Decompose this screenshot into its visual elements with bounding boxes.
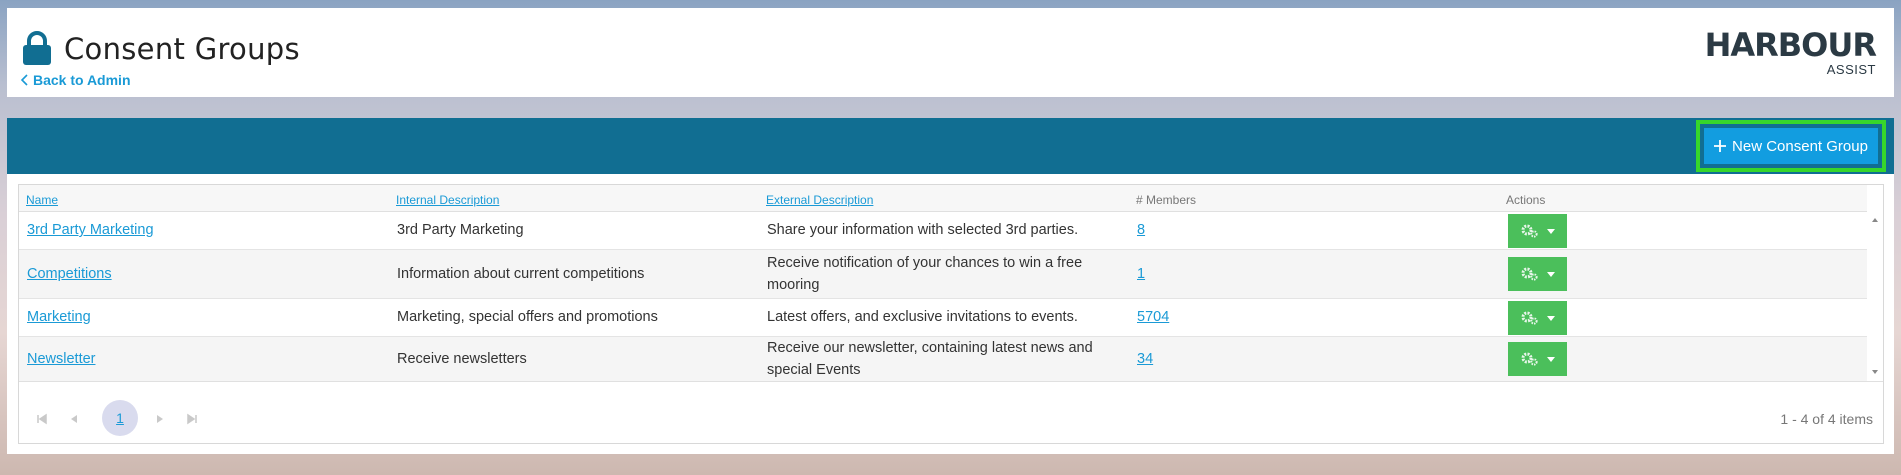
row-members-link[interactable]: 1 [1137,263,1145,285]
column-header-members: # Members [1136,193,1197,207]
column-header-internal-description[interactable]: Internal Description [396,193,499,207]
row-members-link[interactable]: 34 [1137,348,1153,370]
back-to-admin-link[interactable]: Back to Admin [20,72,131,88]
row-members-link[interactable]: 5704 [1137,306,1169,328]
row-external-description: Share your information with selected 3rd… [767,222,1079,238]
prev-page-icon[interactable] [67,412,81,426]
row-external-description: Receive notification of your chances to … [767,255,1083,271]
row-name-link[interactable]: Newsletter [27,348,96,370]
column-header-actions: Actions [1506,193,1546,207]
row-members-link[interactable]: 8 [1137,219,1145,241]
next-page-icon[interactable] [153,412,167,426]
first-page-icon[interactable] [35,412,49,426]
caret-down-icon [1546,315,1555,321]
consent-groups-grid: Name Internal Description External Descr… [18,184,1884,444]
row-internal-description: Marketing, special offers and promotions [397,309,658,325]
page-title: Consent Groups [64,32,300,66]
pager-info: 1 - 4 of 4 items [1780,411,1873,427]
table-row: Marketing Marketing, special offers and … [19,299,1867,337]
page-number-current[interactable]: 1 [102,400,138,436]
gears-icon [1521,267,1538,281]
caret-down-icon [1546,271,1555,277]
caret-down-icon [1546,228,1555,234]
caret-down-icon [1546,356,1555,362]
column-header-name[interactable]: Name [26,193,58,207]
table-row: Newsletter Receive newsletters Receive o… [19,337,1867,381]
row-external-description: Latest offers, and exclusive invitations… [767,309,1078,325]
new-button-highlight: New Consent Group [1696,120,1886,172]
grid-header: Name Internal Description External Descr… [19,185,1867,212]
last-page-icon[interactable] [185,412,199,426]
new-button-label: New Consent Group [1732,137,1868,155]
row-name-link[interactable]: 3rd Party Marketing [27,219,154,241]
gears-icon [1521,224,1538,238]
row-internal-description: Receive newsletters [397,351,527,367]
grid-panel: Name Internal Description External Descr… [7,174,1894,454]
row-external-description-line2: special Events [767,362,861,378]
row-actions-button[interactable] [1508,257,1567,291]
grid-pager: 1 1 - 4 of 4 items [19,381,1883,443]
row-internal-description: Information about current competitions [397,266,645,282]
plus-icon [1714,140,1727,152]
new-consent-group-button[interactable]: New Consent Group [1704,128,1878,164]
table-row: 3rd Party Marketing 3rd Party Marketing … [19,212,1867,250]
gears-icon [1521,352,1538,366]
row-actions-button[interactable] [1508,301,1567,335]
row-external-description: Receive our newsletter, containing lates… [767,340,1093,356]
row-name-link[interactable]: Competitions [27,263,112,285]
grid-scrollbar[interactable] [1867,212,1883,380]
row-internal-description: 3rd Party Marketing [397,222,524,238]
logo-sub-text: ASSIST [1826,62,1876,77]
chevron-left-icon [20,74,28,86]
table-row: Competitions Information about current c… [19,250,1867,299]
back-link-label: Back to Admin [33,72,131,88]
column-header-external-description[interactable]: External Description [766,193,873,207]
row-name-link[interactable]: Marketing [27,306,91,328]
logo-main-text: HARBOUR [1704,26,1877,64]
row-actions-button[interactable] [1508,342,1567,376]
row-actions-button[interactable] [1508,214,1567,248]
row-external-description-line2: mooring [767,277,820,293]
page-header: Consent Groups Back to Admin HARBOUR ASS… [7,8,1894,97]
gears-icon [1521,311,1538,325]
grid-toolbar: New Consent Group [7,118,1894,174]
lock-icon [23,31,51,65]
harbour-assist-logo: HARBOUR ASSIST [1704,26,1877,78]
